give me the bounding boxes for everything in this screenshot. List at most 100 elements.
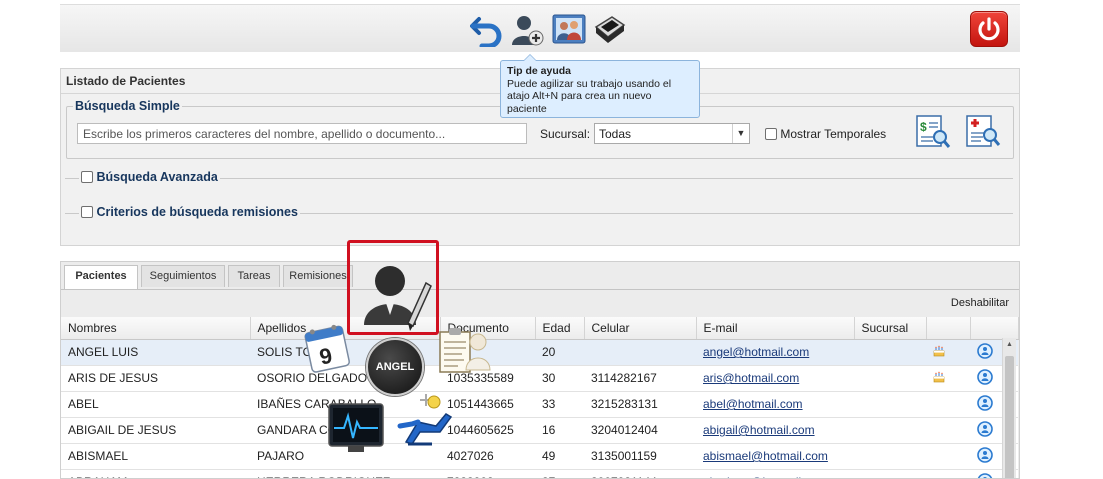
remisiones-criteria-toggle[interactable]: Criterios de búsqueda remisiones	[65, 204, 1013, 224]
patient-center-button[interactable]: ANGEL	[366, 338, 424, 396]
cell-email[interactable]: aris@hotmail.com	[696, 365, 854, 392]
patient-actions-icon[interactable]	[977, 368, 993, 385]
cell-celular: 3007931144	[584, 469, 696, 478]
sucursal-select-value: Todas	[599, 127, 632, 141]
col-birthday	[926, 317, 971, 340]
tab-remisiones[interactable]: Remisiones	[283, 265, 353, 287]
table-row[interactable]: ABRAHAMHERRERA RODRIGUEZ7233908373007931…	[61, 469, 1018, 479]
cell-sucursal	[854, 391, 926, 418]
patient-actions-icon[interactable]	[977, 420, 993, 437]
cell-birthday	[926, 469, 970, 478]
col-celular[interactable]: Celular	[584, 317, 697, 340]
cell-celular: 3114282167	[584, 365, 696, 392]
tab-pacientes[interactable]: Pacientes	[64, 265, 138, 289]
back-arrow-icon[interactable]	[470, 13, 504, 47]
highlighted-menu-item[interactable]	[347, 240, 439, 335]
cell-nombres: ANGEL LUIS	[61, 339, 250, 366]
advanced-search-label: Búsqueda Avanzada	[96, 170, 218, 184]
patient-report-icon[interactable]: $	[913, 113, 951, 149]
cell-sucursal	[854, 339, 926, 366]
tooltip-title: Tip de ayuda	[507, 65, 571, 77]
cell-nombres: ABISMAEL	[61, 443, 250, 470]
search-input[interactable]	[77, 123, 527, 144]
cell-documento: 7233908	[440, 469, 535, 478]
remisiones-criteria-label: Criterios de búsqueda remisiones	[96, 205, 298, 219]
clinical-history-icon[interactable]	[436, 326, 494, 376]
tab-seguimientos[interactable]: Seguimientos	[141, 265, 225, 287]
cell-email[interactable]: abel@hotmail.com	[696, 391, 854, 418]
cell-sucursal	[854, 443, 926, 470]
patient-actions-icon[interactable]	[977, 342, 993, 359]
cell-edad: 30	[535, 365, 584, 392]
panel-title: Listado de Pacientes	[66, 74, 186, 88]
tooltip-body: Puede agilizar su trabajo usando el ataj…	[507, 77, 672, 115]
cell-nombres: ARIS DE JESUS	[61, 365, 250, 392]
cell-edad: 33	[535, 391, 584, 418]
edit-patient-icon[interactable]	[350, 243, 436, 332]
col-email[interactable]: E-mail	[696, 317, 855, 340]
cell-sucursal	[854, 365, 926, 392]
patient-actions-icon[interactable]	[977, 472, 993, 479]
cell-documento: 1044605625	[440, 417, 535, 444]
monitor-icon[interactable]	[326, 398, 386, 456]
power-button[interactable]	[970, 11, 1008, 47]
cell-nombres: ABRAHAM	[61, 469, 250, 478]
simple-search-legend: Búsqueda Simple	[75, 99, 180, 113]
table-header-row: Nombres Apellidos Documento Edad Celular…	[61, 317, 1019, 340]
show-temporales-label: Mostrar Temporales	[780, 127, 887, 141]
remisiones-criteria-checkbox[interactable]	[81, 206, 93, 218]
tab-tareas[interactable]: Tareas	[228, 265, 280, 287]
power-icon	[978, 17, 1000, 41]
cell-edad: 20	[535, 339, 584, 366]
cell-sucursal	[854, 469, 926, 478]
col-sucursal[interactable]: Sucursal	[854, 317, 927, 340]
svg-text:$: $	[920, 120, 927, 134]
table-body: ANGEL LUISSOLIS TO96020angel@hotmail.com…	[61, 339, 1018, 479]
show-temporales-checkbox[interactable]	[765, 128, 777, 140]
cell-sucursal	[854, 417, 926, 444]
col-actions	[970, 317, 1019, 340]
cell-email[interactable]: abigail@hotmail.com	[696, 417, 854, 444]
advanced-search-checkbox[interactable]	[81, 171, 93, 183]
dental-chair-icon[interactable]	[396, 392, 454, 448]
cell-email[interactable]: abismael@hotmail.com	[696, 443, 854, 470]
scroll-up-icon[interactable]: ▲	[1006, 341, 1013, 348]
cell-documento: 4027026	[440, 443, 535, 470]
sucursal-select[interactable]: Todas ▼	[594, 123, 750, 144]
advanced-search-header[interactable]: Búsqueda Avanzada	[79, 170, 220, 184]
cell-edad: 37	[535, 469, 584, 478]
cell-birthday	[926, 417, 970, 444]
calendar-icon[interactable]: 9	[302, 321, 354, 375]
table-row[interactable]: ABEL IBAÑES CARABALLO 1051443665 33 32152831…	[61, 391, 1018, 418]
scrollbar-thumb[interactable]	[1005, 356, 1014, 478]
add-user-icon[interactable]	[510, 13, 544, 47]
tablet-device-icon[interactable]	[592, 13, 626, 47]
birthday-cake-icon	[933, 345, 945, 356]
patient-actions-icon[interactable]	[977, 446, 993, 463]
help-tooltip: Tip de ayuda Puede agilizar su trabajo u…	[500, 54, 700, 118]
cell-email[interactable]: angel@hotmail.com	[696, 339, 854, 366]
cell-email[interactable]: abraham@hotmail.com	[696, 469, 854, 478]
users-group-icon[interactable]	[552, 13, 586, 47]
deshabilitar-button[interactable]: Deshabilitar	[951, 297, 1009, 309]
advanced-search-toggle[interactable]: Búsqueda Avanzada	[65, 169, 1013, 189]
cell-apellidos: HERRERA RODRIGUEZ	[250, 469, 440, 478]
table-row[interactable]: ABISMAEL PAJARO 4027026 49 3135001159 abismae…	[61, 443, 1018, 470]
cell-nombres: ABIGAIL DE JESUS	[61, 417, 250, 444]
patient-actions-icon[interactable]	[977, 394, 993, 411]
show-temporales-option[interactable]: Mostrar Temporales	[765, 127, 886, 141]
cell-celular: 3135001159	[584, 443, 696, 470]
col-nombres[interactable]: Nombres	[61, 317, 251, 340]
cell-birthday	[926, 443, 970, 470]
medical-report-icon[interactable]	[963, 113, 1001, 149]
table-row[interactable]: ANGEL LUISSOLIS TO96020angel@hotmail.com	[61, 339, 1018, 366]
table-row[interactable]: ARIS DE JESUS OSORIO DELGADO 1035335589 30 3…	[61, 365, 1018, 392]
vertical-scrollbar[interactable]: ▲	[1002, 338, 1016, 478]
top-toolbar	[60, 4, 1020, 52]
remisiones-criteria-header[interactable]: Criterios de búsqueda remisiones	[79, 205, 300, 219]
birthday-cake-icon	[933, 371, 945, 382]
patients-table: Nombres Apellidos Documento Edad Celular…	[61, 317, 1019, 479]
col-edad[interactable]: Edad	[535, 317, 585, 340]
cell-documento: 1051443665	[440, 391, 535, 418]
table-row[interactable]: ABIGAIL DE JESUS GANDARA CO 1044605625 16 32…	[61, 417, 1018, 444]
